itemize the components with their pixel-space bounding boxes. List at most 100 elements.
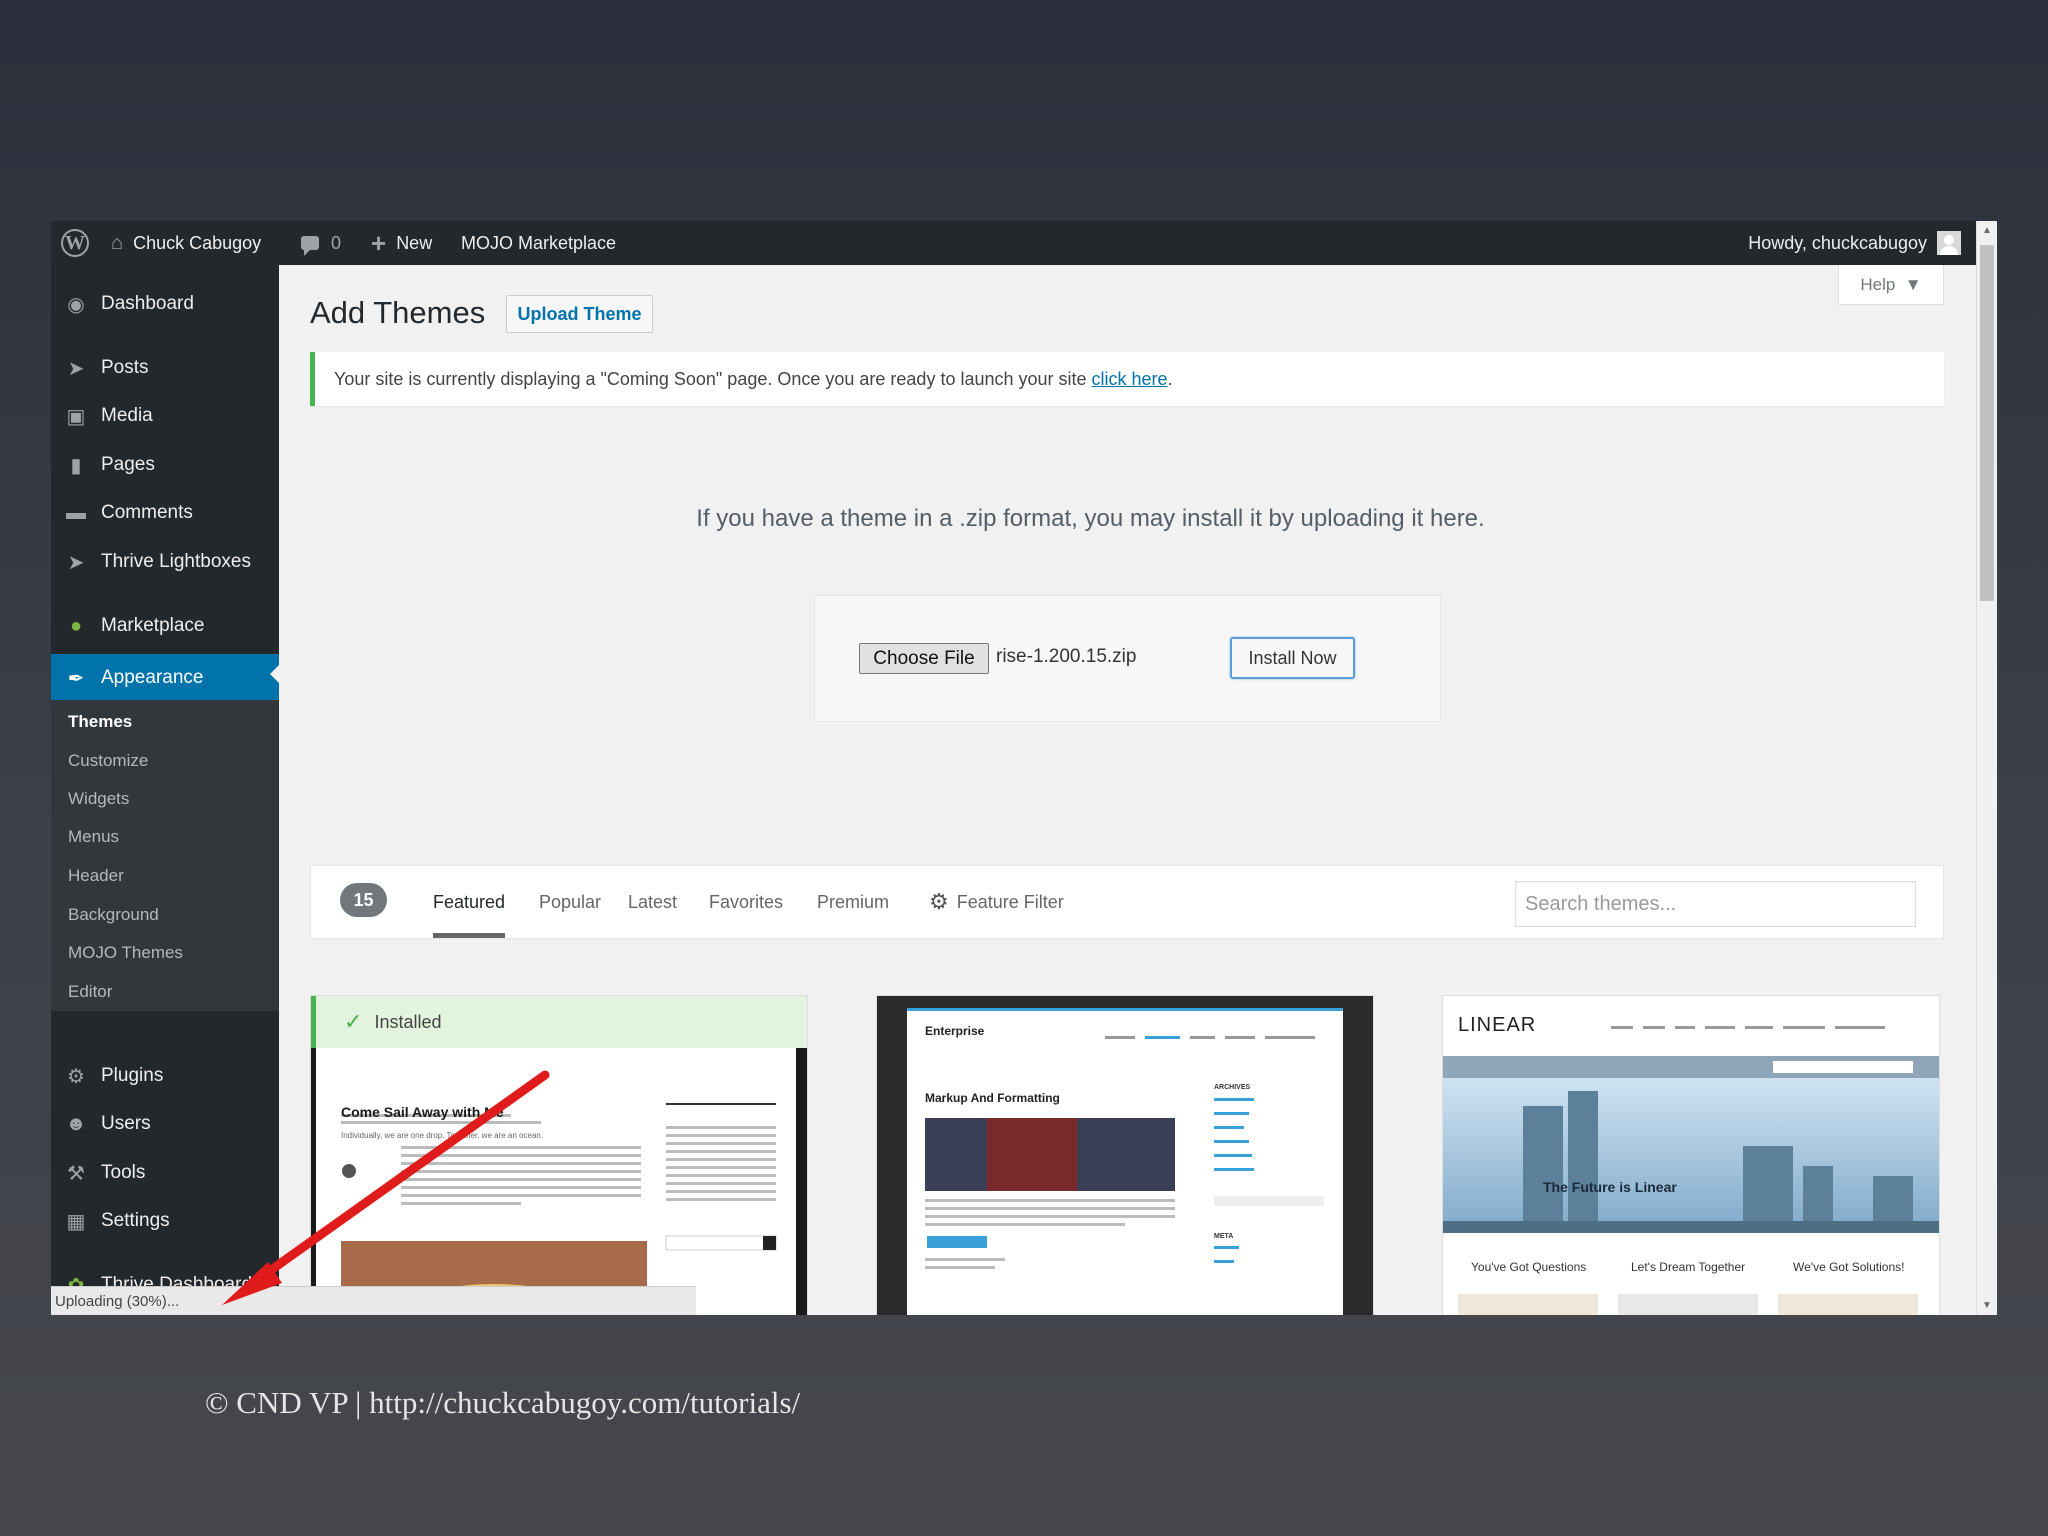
theme-card-linear[interactable]: LINEAR The Future is Linear You've Got Q… (1442, 995, 1940, 1315)
submenu-customize[interactable]: Customize (68, 751, 148, 771)
wordpress-logo[interactable]: W (61, 221, 93, 265)
comment-icon: ▬ (66, 501, 86, 524)
card1-post-subtitle: Individually, we are one drop. Together,… (341, 1131, 544, 1140)
help-label: Help (1860, 274, 1896, 294)
install-now-button[interactable]: Install Now (1230, 637, 1355, 679)
sidebar-item-label: Posts (101, 357, 149, 378)
scroll-up-icon[interactable]: ▲ (1977, 225, 1997, 236)
sidebar-item-label: Comments (101, 502, 193, 523)
help-button[interactable]: Help ▼ (1838, 265, 1944, 305)
pin-icon: ➤ (67, 357, 85, 380)
sidebar-item-settings[interactable]: ▦ Settings (51, 1201, 279, 1241)
sidebar-item-label: Thrive Lightboxes (101, 551, 251, 572)
sidebar-item-comments[interactable]: ▬ Comments (51, 493, 279, 533)
card3-logo: LINEAR (1458, 1014, 1537, 1036)
marketplace-icon: ● (69, 614, 83, 637)
sidebar-item-appearance[interactable]: ✒ Appearance (51, 654, 279, 702)
page-scrollbar[interactable]: ▲ ▼ (1976, 221, 1997, 1315)
sidebar-item-thrive-lightboxes[interactable]: ➤ Thrive Lightboxes (51, 542, 279, 582)
submenu-themes[interactable]: Themes (68, 712, 132, 732)
card2-meta-heading: META (1214, 1233, 1234, 1240)
gear-icon: ⚙ (929, 889, 949, 914)
user-icon: ☻ (65, 1112, 87, 1135)
tab-featured[interactable]: Featured (433, 866, 506, 938)
choose-file-button[interactable]: Choose File (859, 643, 989, 674)
site-name: Chuck Cabugoy (133, 232, 262, 253)
plus-icon: + (371, 228, 387, 258)
site-name-link[interactable]: ⌂ Chuck Cabugoy (111, 221, 261, 265)
pages-icon: ▮ (70, 454, 82, 477)
mojo-marketplace-link[interactable]: MOJO Marketplace (461, 221, 616, 265)
upload-theme-form: Choose File rise-1.200.15.zip Install No… (814, 595, 1441, 722)
screenshot-frame: W ⌂ Chuck Cabugoy 0 + New MOJO Marketpla… (51, 221, 1997, 1315)
tab-popular[interactable]: Popular (539, 866, 601, 938)
admin-bar: W ⌂ Chuck Cabugoy 0 + New MOJO Marketpla… (51, 221, 1997, 265)
coming-soon-notice: Your site is currently displaying a "Com… (310, 352, 1944, 406)
sidebar-item-marketplace[interactable]: ● Marketplace (51, 606, 279, 646)
theme-card-installed[interactable]: Come Sail Away with Me Individually, we … (310, 995, 808, 1315)
wordpress-icon: W (61, 229, 89, 257)
home-icon: ⌂ (111, 231, 124, 254)
new-label: New (396, 232, 433, 253)
avatar (1937, 231, 1961, 255)
sidebar-item-label: Pages (101, 454, 155, 475)
theme-screenshot (877, 996, 1373, 1315)
sidebar-item-pages[interactable]: ▮ Pages (51, 445, 279, 485)
sidebar-item-plugins[interactable]: ⚙ Plugins (51, 1056, 279, 1096)
caret-down-icon: ▼ (1904, 274, 1922, 294)
theme-count-badge: 15 (340, 883, 387, 917)
sidebar-item-label: Users (101, 1113, 151, 1134)
theme-filter-bar: 15 Featured Popular Latest Favorites Pre… (310, 865, 1944, 939)
card2-archives-heading: ARCHIVES (1214, 1084, 1251, 1091)
sidebar-item-dashboard[interactable]: ◉ Dashboard (51, 284, 279, 324)
submenu-background[interactable]: Background (68, 905, 159, 925)
sidebar-item-posts[interactable]: ➤ Posts (51, 348, 279, 388)
sidebar-item-users[interactable]: ☻ Users (51, 1104, 279, 1144)
comment-icon (301, 236, 319, 256)
submenu-header[interactable]: Header (68, 866, 124, 886)
sidebar-item-media[interactable]: ▣ Media (51, 396, 279, 436)
new-content-link[interactable]: + New (371, 221, 432, 265)
upload-theme-button[interactable]: Upload Theme (506, 295, 653, 333)
search-themes-input[interactable] (1515, 881, 1916, 927)
my-account-menu[interactable]: Howdy, chuckcabugoy (1748, 221, 1961, 265)
plug-icon: ⚙ (67, 1065, 85, 1088)
page-title: Add Themes (310, 295, 486, 330)
scroll-thumb[interactable] (1980, 245, 1994, 601)
sidebar-item-tools[interactable]: ⚒ Tools (51, 1153, 279, 1193)
sidebar-item-label: Settings (101, 1210, 170, 1231)
submenu-editor[interactable]: Editor (68, 982, 112, 1002)
appearance-submenu: Themes Customize Widgets Menus Header Ba… (51, 700, 279, 1011)
sidebar-item-label: Media (101, 405, 153, 426)
main-content: Help ▼ Add Themes Upload Theme Your site… (279, 265, 1997, 1315)
marketplace-label: MOJO Marketplace (461, 232, 617, 253)
tab-premium[interactable]: Premium (817, 866, 889, 938)
pin-icon: ➤ (67, 551, 85, 574)
scroll-down-icon[interactable]: ▼ (1977, 1300, 1997, 1311)
card3-col-3: We've Got Solutions! (1793, 1260, 1905, 1274)
sidebar-item-label: Tools (101, 1162, 146, 1183)
upload-status-bar: Uploading (30%)... (51, 1286, 696, 1315)
brush-icon: ✒ (67, 667, 85, 690)
dashboard-icon: ◉ (67, 293, 85, 316)
tab-latest[interactable]: Latest (628, 866, 677, 938)
sidebar-item-label: Plugins (101, 1065, 164, 1086)
selected-file-name: rise-1.200.15.zip (996, 646, 1137, 667)
submenu-mojo-themes[interactable]: MOJO Themes (68, 943, 183, 963)
feature-filter-button[interactable]: ⚙ Feature Filter (929, 866, 1064, 938)
comments-link[interactable]: 0 (301, 221, 341, 265)
card1-post-title: Come Sail Away with Me (341, 1104, 504, 1120)
comments-count: 0 (331, 232, 342, 253)
footer-credit: © CND VP | http://chuckcabugoy.com/tutor… (205, 1385, 801, 1420)
launch-site-link[interactable]: click here (1092, 369, 1168, 389)
installed-status-bar: ✓ Installed (311, 996, 807, 1048)
card2-post-title: Markup And Formatting (925, 1091, 1060, 1105)
greeting: Howdy, chuckcabugoy (1748, 232, 1927, 253)
submenu-widgets[interactable]: Widgets (68, 789, 129, 809)
notice-text: Your site is currently displaying a "Com… (334, 368, 1173, 389)
tab-favorites[interactable]: Favorites (709, 866, 783, 938)
feature-filter-label: Feature Filter (956, 891, 1064, 912)
installed-label: Installed (374, 1011, 442, 1032)
submenu-menus[interactable]: Menus (68, 827, 119, 847)
theme-card-enterprise[interactable]: Enterprise Markup And Formatting ARCHIVE… (876, 995, 1374, 1315)
